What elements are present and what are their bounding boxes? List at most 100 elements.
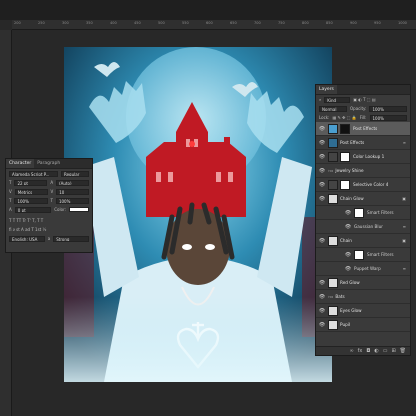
tab-layers[interactable]: Layers [316,85,337,94]
horizontal-scale-icon: T [50,198,53,203]
layer-thumbnail [328,193,338,204]
filter-mask-thumbnail [354,207,364,218]
character-panel: Character Paragraph Alameda Script P... … [5,158,93,253]
tracking-icon: V [50,189,54,194]
ruler-tick: 450 [134,21,141,25]
filter-options-icon[interactable]: ≡ [403,266,406,271]
layer-name: Smart Filters [367,252,394,257]
layer-thumbnail [328,137,338,148]
font-size-icon: T [9,180,12,185]
visibility-eye-icon[interactable]: 👁 [342,210,354,216]
layers-panel: Layers ⌕ Kind ▣ ◐ T ⬚ ▤ Normal Opacity: … [315,84,411,356]
filter-kind-select[interactable]: Kind [324,96,351,103]
visibility-eye-icon[interactable]: 👁 [316,322,328,328]
smart-object-icon: ▣ [402,238,406,243]
layer-row[interactable]: 👁 Pupil [316,318,410,332]
kerning-field[interactable]: Metrics [14,188,48,195]
link-layers-icon[interactable]: ∞ [349,348,353,354]
visibility-eye-icon[interactable]: 👁 [316,196,328,202]
language-select[interactable]: English: USA [9,235,45,242]
layer-row[interactable]: 👁 ›▭ Bats [316,290,410,304]
horizontal-scale-field[interactable]: 100% [55,197,89,204]
baseline-shift-field[interactable]: 0 pt [14,206,52,213]
layer-row[interactable]: 👁 Eyes Glow [316,304,410,318]
document-canvas[interactable] [64,47,332,382]
lock-icons[interactable]: ▦ ✎ ✥ ⬚ 🔒 [332,115,356,120]
layer-name: Puppet Warp [354,266,381,271]
new-layer-icon[interactable]: ⊞ [391,348,395,354]
layer-name: Selective Color 4 [353,182,389,187]
layer-thumbnail [328,277,338,288]
layer-mask-thumbnail [340,179,350,190]
adjustment-layer-icon[interactable]: ◐ [374,348,378,354]
tab-paragraph[interactable]: Paragraph [34,159,63,168]
anti-alias-select[interactable]: Strong [53,235,90,242]
vertical-scale-field[interactable]: 100% [14,197,48,204]
layer-row[interactable]: 👁 Red Glow [316,276,410,290]
folder-icon: ›▭ [328,294,334,299]
layer-row[interactable]: 👁 Chain ▣ [316,234,410,248]
layer-row[interactable]: 👁 Puppet Warp ≡ [316,262,410,276]
opacity-field[interactable]: 100% [369,105,407,112]
lock-label: Lock: [319,115,330,120]
character-panel-tabs: Character Paragraph [6,159,92,169]
layer-name: Bats [335,294,345,299]
visibility-eye-icon[interactable]: 👁 [316,182,328,188]
artwork-illustration [64,47,332,382]
opacity-label: Opacity: [350,106,367,111]
filter-icons[interactable]: ▣ ◐ T ⬚ ▤ [353,97,375,102]
layer-mask-thumbnail [340,151,350,162]
visibility-eye-icon[interactable]: 👁 [342,252,354,258]
adjustment-icon [328,151,338,162]
font-style-select[interactable]: Regular [61,170,89,177]
layer-row[interactable]: 👁 Post Effects ∞ [316,136,410,150]
font-family-select[interactable]: Alameda Script P... [9,170,58,177]
opentype-buttons[interactable]: fi ∂ st A ad T 1st ½ [9,227,46,232]
add-mask-icon[interactable]: ◘ [366,348,370,354]
layer-row[interactable]: 👁 Chain Glow ▣ [316,192,410,206]
visibility-eye-icon[interactable]: 👁 [316,308,328,314]
ruler-tick: 550 [182,21,189,25]
ruler-tick: 400 [110,21,117,25]
ruler-tick: 750 [278,21,285,25]
visibility-eye-icon[interactable]: 👁 [316,294,328,300]
layer-row[interactable]: 👁 Smart Filters [316,248,410,262]
layer-name: Smart Filters [367,210,394,215]
ruler-tick: 250 [38,21,45,25]
ruler-tick: 600 [206,21,213,25]
new-group-icon[interactable]: ▭ [383,348,388,354]
layer-row[interactable]: 👁 Smart Filters [316,206,410,220]
tab-character[interactable]: Character [6,159,35,168]
leading-field[interactable]: (Auto) [56,179,90,186]
text-color-swatch[interactable] [69,207,89,212]
visibility-eye-icon[interactable]: 👁 [316,280,328,286]
style-buttons[interactable]: T T TT Tr T' T, T T [9,218,43,223]
baseline-shift-icon: A [9,207,12,212]
layer-name: Post Effects [353,126,378,131]
layer-name: Color Lookup 1 [353,154,385,159]
kerning-icon: V [9,189,12,194]
visibility-eye-icon[interactable]: 👁 [342,266,354,272]
fill-field[interactable]: 100% [369,114,407,121]
fx-icon[interactable]: fx [358,348,363,354]
layer-row[interactable]: 👁 Post Effects [316,122,410,136]
layer-row[interactable]: 👁 Gaussian Blur ≡ [316,220,410,234]
trash-icon[interactable]: 🗑 [400,348,406,354]
layer-row[interactable]: 👁 Color Lookup 1 [316,150,410,164]
blend-mode-select[interactable]: Normal [319,105,347,112]
visibility-eye-icon[interactable]: 👁 [316,154,328,160]
layer-name: Pupil [340,322,351,327]
filter-options-icon[interactable]: ≡ [403,224,406,229]
visibility-eye-icon[interactable]: 👁 [316,140,328,146]
visibility-eye-icon[interactable]: 👁 [342,224,354,230]
visibility-eye-icon[interactable]: 👁 [316,168,328,174]
tracking-field[interactable]: 10 [56,188,89,195]
visibility-eye-icon[interactable]: 👁 [316,238,328,244]
font-size-field[interactable]: 22 pt [14,179,48,186]
fill-label: Fill: [359,115,367,120]
layer-row[interactable]: 👁 Selective Color 4 [316,178,410,192]
ruler-tick: 650 [230,21,237,25]
layer-row[interactable]: 👁 ›▭ Jewelry Shine [316,164,410,178]
visibility-eye-icon[interactable]: 👁 [316,126,328,132]
smart-object-icon: ▣ [402,196,406,201]
